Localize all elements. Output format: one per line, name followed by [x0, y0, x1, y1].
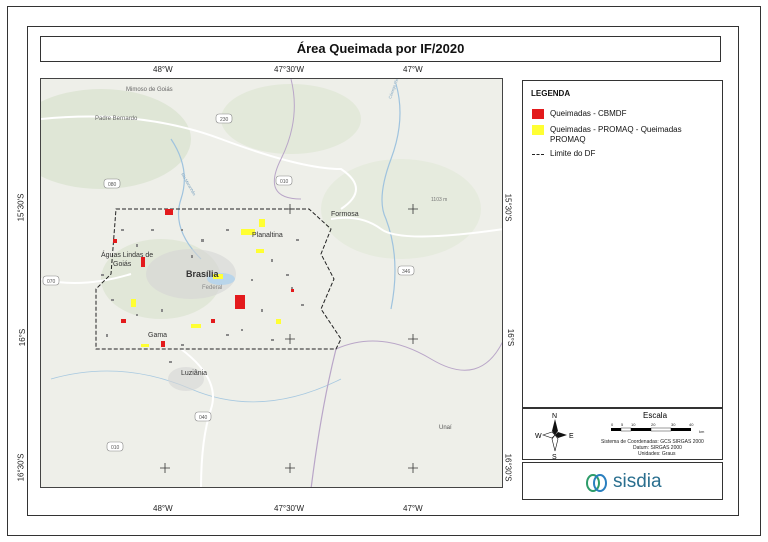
burn-promaq: [141, 344, 149, 347]
terrain-patch: [41, 89, 191, 189]
legend-title: LEGENDA: [531, 89, 571, 98]
svg-text:40: 40: [689, 422, 694, 427]
scale-panel: N S W E Escala 0 5 10 20 30 40 km Sistem…: [522, 408, 723, 460]
burn-promaq: [191, 324, 201, 328]
state-border: [310, 348, 337, 487]
state-border: [335, 340, 502, 371]
svg-text:0: 0: [611, 422, 614, 427]
svg-text:30: 30: [671, 422, 676, 427]
scale-bar: 0 5 10 20 30 40 km: [611, 422, 705, 434]
label-gama: Gama: [148, 332, 167, 339]
map-title: Área Queimada por IF/2020: [40, 36, 721, 62]
svg-text:5: 5: [621, 422, 624, 427]
unidades: Unidades: Graus: [638, 451, 676, 457]
label-planaltina: Planaltina: [252, 232, 283, 239]
burn-cbmdf: [121, 319, 126, 323]
coord-top-47w: 47°W: [403, 65, 423, 74]
coord-left-1630s: 16°30'S: [16, 453, 26, 482]
swatch-promaq: [532, 125, 544, 135]
label-r010a: 010: [280, 179, 289, 185]
burn-promaq: [259, 219, 265, 227]
burn-cbmdf: [165, 209, 173, 215]
coord-right-1530s: 15°30'S: [503, 193, 513, 222]
label-r070: 070: [47, 279, 56, 285]
label-formosa: Formosa: [331, 211, 359, 218]
legend-label-limite: Limite do DF: [550, 149, 596, 158]
swatch-cbmdf: [532, 109, 544, 119]
label-mimoso: Mimoso de Goiás: [126, 87, 173, 93]
legend-label-cbmdf: Queimadas - CBMDF: [550, 109, 627, 118]
map-frame[interactable]: Mimoso de Goiás Padre Bernardo 230 080 0…: [40, 78, 503, 488]
east-label: E: [569, 433, 574, 440]
svg-text:10: 10: [631, 422, 636, 427]
label-r010b: 010: [111, 445, 120, 451]
burn-promaq: [276, 319, 281, 324]
label-luziania: Luziânia: [181, 370, 207, 377]
terrain-patch: [321, 159, 481, 259]
legend-panel: LEGENDA Queimadas - CBMDF Queimadas - PR…: [522, 80, 723, 408]
south-label: S: [552, 454, 557, 459]
legend-label-promaq: Queimadas - PROMAQ - Queimadas PROMAQ: [550, 125, 682, 144]
coord-right-1630s: 16°30'S: [503, 453, 513, 482]
label-padre: Padre Bernardo: [95, 116, 138, 122]
label-brasilia: Brasília: [186, 269, 220, 279]
label-aguas-1: Águas Lindas de: [101, 250, 153, 259]
basemap: Mimoso de Goiás Padre Bernardo 230 080 0…: [41, 79, 502, 487]
swatch-limite: [532, 154, 544, 155]
label-r230: 230: [220, 117, 229, 123]
coord-top-48w: 48°W: [153, 65, 173, 74]
logo-text: sisdia: [613, 471, 662, 492]
west-label: W: [535, 433, 542, 440]
coord-right-16s: 16°S: [506, 328, 516, 347]
label-r040: 040: [199, 415, 208, 421]
label-r080: 080: [108, 182, 117, 188]
label-r346: 346: [402, 269, 411, 275]
terrain-patch: [221, 84, 361, 154]
burn-cbmdf: [235, 295, 245, 309]
label-unai: Unaí: [439, 425, 452, 431]
burn-promaq: [256, 249, 264, 253]
label-federal: Federal: [202, 285, 222, 291]
coord-bottom-48w: 48°W: [153, 504, 173, 513]
burn-cbmdf: [113, 239, 117, 243]
burn-cbmdf: [211, 319, 215, 323]
logo-panel: sisdia: [522, 462, 723, 500]
legend-item-promaq: Queimadas - PROMAQ - Queimadas PROMAQ: [532, 125, 714, 145]
svg-text:20: 20: [651, 422, 656, 427]
scale-title: Escala: [643, 411, 668, 420]
label-aguas-2: Goiás: [113, 261, 132, 268]
north-label: N: [552, 413, 557, 420]
coord-left-16s: 16°S: [18, 328, 28, 347]
label-elevation: 1103 m: [431, 197, 447, 203]
coord-bottom-47w: 47°W: [403, 504, 423, 513]
coord-left-1530s: 15°30'S: [16, 193, 26, 222]
coord-bottom-4730w: 47°30'W: [274, 504, 305, 513]
north-arrow-icon: N S W E: [535, 413, 574, 459]
svg-text:km: km: [699, 429, 705, 434]
burn-cbmdf: [161, 341, 165, 347]
legend-item-limite: Limite do DF: [532, 149, 595, 158]
sisdia-logo-icon: [586, 474, 607, 492]
burn-promaq: [131, 299, 136, 307]
burn-cbmdf: [291, 289, 294, 292]
legend-item-cbmdf: Queimadas - CBMDF: [532, 109, 626, 119]
coord-top-4730w: 47°30'W: [274, 65, 305, 74]
